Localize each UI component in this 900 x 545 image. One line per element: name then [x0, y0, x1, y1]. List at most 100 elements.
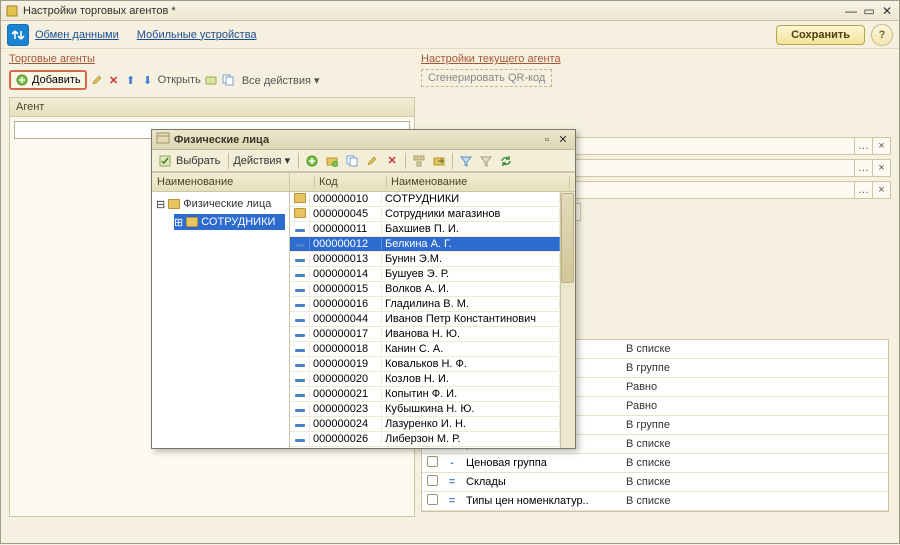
tree-expand-icon[interactable]: ⊞: [174, 216, 183, 229]
item-icon: [295, 439, 305, 442]
filter-row[interactable]: =СкладыВ списке: [422, 473, 888, 492]
gen-qr-button[interactable]: Сгенерировать QR-код: [421, 69, 552, 87]
add-button[interactable]: Добавить: [9, 70, 87, 90]
all-actions-button[interactable]: Все действия ▾: [242, 74, 320, 87]
toolbar-add-folder-icon[interactable]: [323, 152, 341, 170]
toolbar-hierarchy-icon[interactable]: [410, 152, 428, 170]
field-ellipsis-icon[interactable]: …: [854, 160, 872, 176]
list-row[interactable]: 000000021Копытин Ф. И.: [290, 387, 560, 402]
list-row[interactable]: 000000018Канин С. А.: [290, 342, 560, 357]
list-row[interactable]: 000000017Иванова Н. Ю.: [290, 327, 560, 342]
list-row[interactable]: 000000026Либерзон М. Р.: [290, 432, 560, 447]
dialog-close-button[interactable]: ✕: [555, 133, 571, 147]
folder-icon: [168, 199, 180, 209]
maximize-button[interactable]: ▭: [861, 4, 877, 18]
folder-icon: [294, 208, 306, 218]
copy-icon[interactable]: [221, 73, 235, 87]
dialog-icon: [156, 132, 170, 147]
list-row[interactable]: 000000023Кубышкина Н. Ю.: [290, 402, 560, 417]
filter-checkbox[interactable]: [427, 475, 438, 486]
filter-checkbox[interactable]: [427, 494, 438, 505]
tree-root-row[interactable]: ⊟ Физические лица: [156, 196, 285, 212]
list-header-row: Код Наименование: [290, 173, 575, 192]
toolbar-filter-off-icon[interactable]: [477, 152, 495, 170]
item-icon: [295, 289, 305, 292]
item-icon: [295, 229, 305, 232]
filter-row[interactable]: =Типы цен номенклатур..В списке: [422, 492, 888, 511]
dialog-toolbar: Выбрать Действия ▾ ✕: [152, 150, 575, 172]
help-button[interactable]: ?: [871, 24, 893, 46]
toolbar-filter-on-icon[interactable]: [457, 152, 475, 170]
field-ellipsis-icon[interactable]: …: [854, 138, 872, 154]
mobile-link[interactable]: Мобильные устройства: [137, 29, 257, 41]
list-row[interactable]: 000000016Гладилина В. М.: [290, 297, 560, 312]
filter-prefix: =: [442, 473, 462, 492]
move-up-icon[interactable]: ⬆: [124, 73, 138, 87]
minimize-button[interactable]: —: [843, 4, 859, 18]
tree-child-row[interactable]: ⊞ СОТРУДНИКИ: [174, 214, 285, 230]
dialog-actions-button[interactable]: Действия ▾: [233, 154, 290, 167]
toolbar-copy-icon[interactable]: [343, 152, 361, 170]
list-row[interactable]: 000000045Сотрудники магазинов: [290, 207, 560, 222]
select-icon: [156, 152, 174, 170]
item-icon: [295, 274, 305, 277]
row-name: Либерзон М. Р.: [382, 433, 560, 445]
row-code: 000000017: [310, 328, 382, 340]
move-down-icon[interactable]: ⬇: [141, 73, 155, 87]
filter-condition: В списке: [622, 435, 888, 454]
list-header-code[interactable]: Код: [315, 176, 387, 188]
list-row[interactable]: 000000014Бушуев Э. Р.: [290, 267, 560, 282]
exchange-link[interactable]: Обмен данными: [35, 29, 119, 41]
list-pane: Код Наименование 000000010СОТРУДНИКИ0000…: [290, 173, 575, 448]
filter-condition: Равно: [622, 378, 888, 397]
list-row[interactable]: 000000012Белкина А. Г.: [290, 237, 560, 252]
row-code: 000000024: [310, 418, 382, 430]
exchange-icon-button[interactable]: [7, 24, 29, 46]
filter-condition: В группе: [622, 416, 888, 435]
list-scrollbar[interactable]: [560, 192, 575, 448]
row-code: 000000011: [310, 223, 382, 235]
edit-icon[interactable]: [90, 73, 104, 87]
save-button[interactable]: Сохранить: [776, 25, 865, 45]
toolbar-delete-icon[interactable]: ✕: [383, 152, 401, 170]
filter-checkbox[interactable]: [427, 456, 438, 467]
filter-row[interactable]: -Ценовая группаВ списке: [422, 454, 888, 473]
list-row[interactable]: 000000013Бунин Э.М.: [290, 252, 560, 267]
folder-icon: [186, 217, 198, 227]
tree-collapse-icon[interactable]: ⊟: [156, 198, 165, 211]
dialog-restore-button[interactable]: ▫: [539, 133, 555, 147]
filter-condition: В списке: [622, 473, 888, 492]
field-clear-icon[interactable]: ×: [872, 138, 890, 154]
list-row[interactable]: 000000011Бахшиев П. И.: [290, 222, 560, 237]
field-clear-icon[interactable]: ×: [872, 160, 890, 176]
add-button-label: Добавить: [32, 74, 81, 86]
row-code: 000000044: [310, 313, 382, 325]
row-code: 000000045: [310, 208, 382, 220]
toolbar-add-icon[interactable]: [303, 152, 321, 170]
list-row[interactable]: 000000019Ковальков Н. Ф.: [290, 357, 560, 372]
toolbar-refresh-icon[interactable]: [497, 152, 515, 170]
tree-pane: Наименование ⊟ Физические лица ⊞ СОТРУДН…: [152, 173, 290, 448]
filter-name: Ценовая группа: [462, 454, 622, 473]
item-icon: [295, 349, 305, 352]
close-button[interactable]: ✕: [879, 4, 895, 18]
list-row[interactable]: 000000010СОТРУДНИКИ: [290, 192, 560, 207]
list-row[interactable]: 000000015Волков А. И.: [290, 282, 560, 297]
open-icon[interactable]: [204, 73, 218, 87]
scrollbar-thumb[interactable]: [561, 193, 574, 283]
filter-name: Склады: [462, 473, 622, 492]
list-header-name[interactable]: Наименование: [387, 176, 570, 188]
field-clear-icon[interactable]: ×: [872, 182, 890, 198]
toolbar-edit-icon[interactable]: [363, 152, 381, 170]
toolbar-move-icon[interactable]: [430, 152, 448, 170]
list-row[interactable]: 000000044Иванов Петр Константинович: [290, 312, 560, 327]
open-button[interactable]: Открыть: [158, 74, 201, 86]
delete-icon[interactable]: ✕: [107, 73, 121, 87]
field-ellipsis-icon[interactable]: …: [854, 182, 872, 198]
list-row[interactable]: 000000020Козлов Н. И.: [290, 372, 560, 387]
row-name: Сотрудники магазинов: [382, 208, 560, 220]
select-button[interactable]: Выбрать: [176, 155, 220, 167]
agents-toolbar: Добавить ✕ ⬆ ⬇ Открыть Все действия ▾: [9, 69, 415, 91]
row-code: 000000016: [310, 298, 382, 310]
list-row[interactable]: 000000024Лазуренко И. Н.: [290, 417, 560, 432]
